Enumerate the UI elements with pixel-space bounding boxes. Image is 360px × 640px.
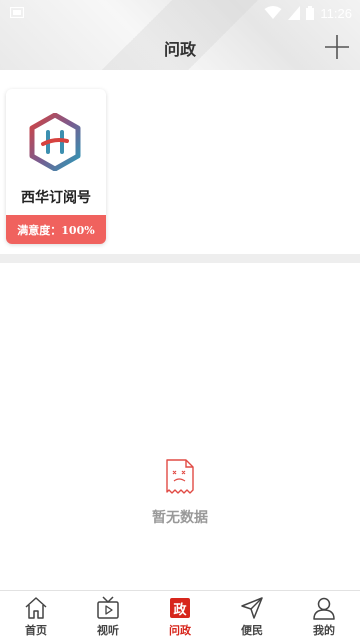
gov-badge-icon: 政: [170, 598, 190, 618]
top-bar: 11:26 问政: [0, 0, 360, 70]
xihua-logo-icon: [29, 113, 81, 171]
nav-label-mine: 我的: [313, 624, 335, 637]
nav-item-gov[interactable]: 政 问政: [144, 591, 216, 640]
nav-label-home: 首页: [25, 624, 47, 637]
empty-state: 暂无数据: [0, 459, 360, 527]
card-name: 西华订阅号: [21, 190, 91, 206]
nav-item-home[interactable]: 首页: [0, 591, 72, 640]
status-time: 11:26: [320, 5, 352, 21]
satisfaction-badge: 满意度：100%: [6, 215, 106, 244]
status-bar: 11:26: [0, 0, 360, 26]
nav-label-gov: 问政: [169, 624, 191, 637]
screen-icon: [10, 7, 24, 18]
nav-item-mine[interactable]: 我的: [288, 591, 360, 640]
section-divider: [0, 254, 360, 263]
home-icon: [25, 597, 47, 619]
tv-icon: [97, 596, 119, 619]
plus-icon[interactable]: [324, 34, 350, 60]
wifi-icon: [264, 6, 282, 19]
user-icon: [313, 597, 335, 620]
subscription-card[interactable]: 西华订阅号 满意度：100%: [6, 89, 106, 244]
page-title: 问政: [163, 40, 196, 59]
signal-icon: [288, 6, 301, 20]
nav-label-service: 便民: [241, 624, 263, 637]
send-icon: [241, 597, 263, 619]
empty-state-text: 暂无数据: [152, 510, 208, 526]
nav-label-video: 视听: [97, 624, 119, 637]
nav-item-video[interactable]: 视听: [72, 591, 144, 640]
battery-icon: [306, 6, 315, 20]
nav-item-service[interactable]: 便民: [216, 591, 288, 640]
empty-document-icon: [166, 459, 194, 494]
bottom-nav: 首页 视听 政 问政 便民 我的: [0, 590, 360, 640]
status-right: 11:26: [264, 4, 352, 22]
